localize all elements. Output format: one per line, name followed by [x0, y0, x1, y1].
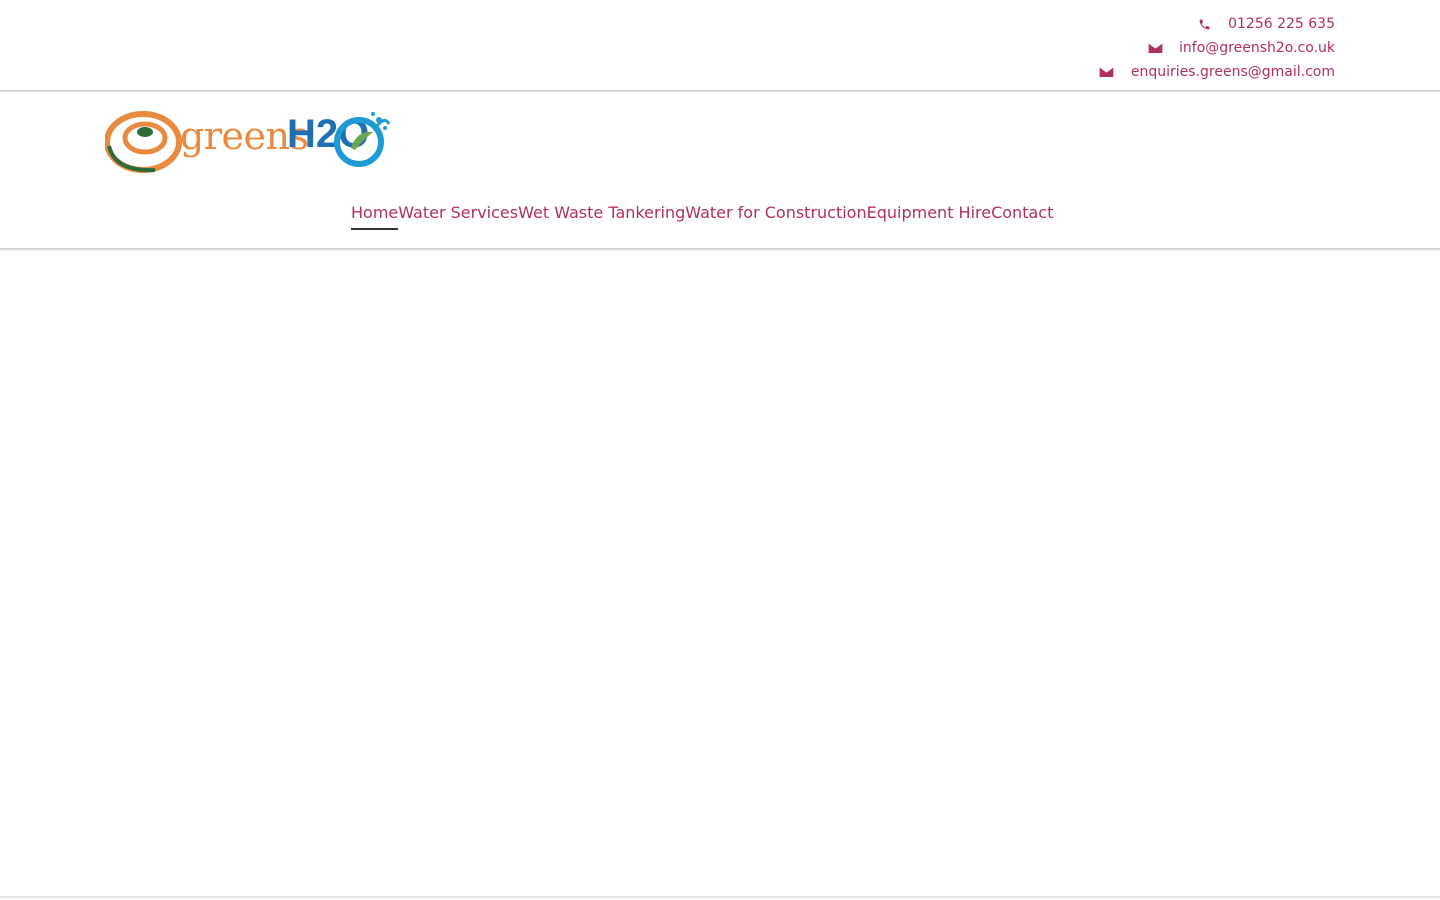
site-logo[interactable]: greens H2O	[105, 110, 395, 174]
nav-item-contact[interactable]: Contact	[991, 202, 1053, 230]
nav-item-home[interactable]: Home	[351, 202, 399, 230]
site-header: greens H2O Home Water Services Wet Waste…	[0, 92, 1440, 249]
phone-icon	[1196, 16, 1212, 32]
contact-email-enquiries[interactable]: enquiries.greens@gmail.com	[1099, 60, 1335, 84]
envelope-icon	[1147, 40, 1163, 56]
top-contact-bar: 01256 225 635 info@greensh2o.co.uk enqui…	[0, 0, 1440, 91]
email-link-info[interactable]: info@greensh2o.co.uk	[1179, 40, 1335, 56]
nav-item-equipment-hire[interactable]: Equipment Hire	[867, 202, 991, 230]
email-link-enquiries[interactable]: enquiries.greens@gmail.com	[1131, 64, 1335, 80]
water-splash-icon	[334, 112, 391, 167]
logo-swirl-icon	[105, 111, 182, 173]
footer-divider	[0, 896, 1440, 898]
phone-link[interactable]: 01256 225 635	[1228, 16, 1335, 32]
contact-list: 01256 225 635 info@greensh2o.co.uk enqui…	[1099, 12, 1335, 84]
envelope-icon	[1099, 64, 1115, 80]
nav-item-water-services[interactable]: Water Services	[398, 202, 518, 230]
main-navigation: Home Water Services Wet Waste Tankering …	[351, 202, 1053, 230]
contact-email-info[interactable]: info@greensh2o.co.uk	[1099, 36, 1335, 60]
contact-phone[interactable]: 01256 225 635	[1099, 12, 1335, 36]
nav-item-water-for-construction[interactable]: Water for Construction	[685, 202, 866, 230]
nav-item-wet-waste-tankering[interactable]: Wet Waste Tankering	[518, 202, 685, 230]
